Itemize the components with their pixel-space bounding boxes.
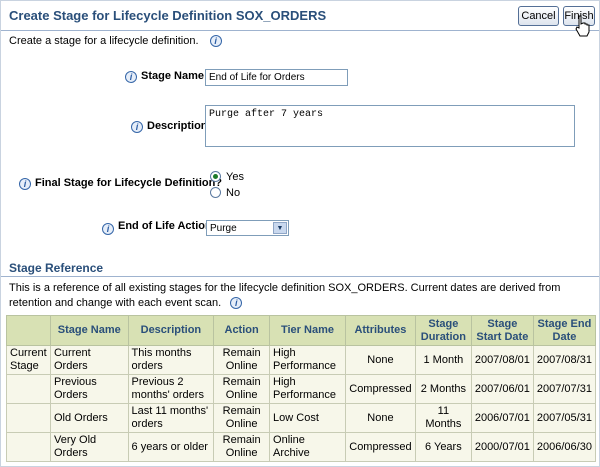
- table-cell: High Performance: [269, 345, 346, 375]
- column-header: Action: [213, 315, 271, 346]
- cancel-button[interactable]: Cancel: [518, 6, 559, 26]
- table-cell: Remain Online: [213, 403, 271, 433]
- table-cell: 2006/07/01: [470, 403, 534, 433]
- table-cell: Previous Orders: [49, 374, 129, 404]
- eol-action-value: Purge: [210, 223, 237, 234]
- table-cell: [6, 374, 51, 404]
- stage-name-label: Stage Name: [141, 70, 204, 82]
- table-cell: 2 Months: [414, 374, 472, 404]
- final-stage-yes-radio[interactable]: [210, 171, 221, 182]
- info-icon[interactable]: i: [19, 178, 31, 190]
- column-header: Tier Name: [269, 315, 346, 346]
- chevron-down-icon[interactable]: ▼: [273, 222, 287, 234]
- page-title: Create Stage for Lifecycle Definition SO…: [9, 8, 327, 23]
- table-cell: 2007/08/01: [470, 345, 534, 375]
- info-icon[interactable]: i: [125, 71, 137, 83]
- table-cell: None: [344, 345, 416, 375]
- table-row: Current Stage Current Orders This months…: [6, 345, 597, 375]
- table-cell: Compressed: [344, 432, 416, 462]
- page-header: Create Stage for Lifecycle Definition SO…: [1, 1, 599, 31]
- table-cell: 6 years or older: [127, 432, 215, 462]
- table-cell: Last 11 months' orders: [127, 403, 215, 433]
- section-divider: [1, 276, 599, 277]
- table-cell: 2007/06/01: [470, 374, 534, 404]
- column-header: Attributes: [344, 315, 416, 346]
- table-cell: 2007/07/31: [532, 374, 597, 404]
- table-row: Old Orders Last 11 months' orders Remain…: [6, 403, 597, 433]
- table-cell: 6 Years: [414, 432, 472, 462]
- table-cell: 2006/06/30: [532, 432, 597, 462]
- info-icon[interactable]: i: [209, 35, 222, 48]
- page-intro: Create a stage for a lifecycle definitio…: [9, 35, 222, 48]
- table-row: Very Old Orders 6 years or older Remain …: [6, 432, 597, 462]
- table-cell: [6, 432, 51, 462]
- table-cell: High Performance: [269, 374, 346, 404]
- column-header: [6, 315, 51, 346]
- stage-name-input[interactable]: End of Life for Orders: [205, 69, 348, 86]
- info-icon[interactable]: i: [102, 223, 114, 235]
- table-cell: 1 Month: [414, 345, 472, 375]
- table-header-row: Stage Name Description Action Tier Name …: [6, 315, 597, 346]
- table-cell: Old Orders: [49, 403, 129, 433]
- table-cell: Very Old Orders: [49, 432, 129, 462]
- table-cell: 2000/07/01: [470, 432, 534, 462]
- final-stage-no-radio[interactable]: [210, 187, 221, 198]
- eol-action-label: End of Life Action: [118, 220, 212, 232]
- column-header: Stage Start Date: [470, 315, 534, 346]
- table-cell: 2007/05/31: [532, 403, 597, 433]
- eol-action-select[interactable]: Purge ▼: [206, 220, 289, 236]
- table-cell: Online Archive: [269, 432, 346, 462]
- table-cell: Low Cost: [269, 403, 346, 433]
- table-cell: Compressed: [344, 374, 416, 404]
- hand-cursor-icon: [575, 15, 590, 37]
- stage-reference-text: This is a reference of all existing stag…: [9, 282, 561, 310]
- final-stage-yes-label: Yes: [226, 171, 244, 183]
- table-cell: Remain Online: [213, 374, 271, 404]
- table-cell: This months orders: [127, 345, 215, 375]
- column-header: Stage End Date: [532, 315, 597, 346]
- table-cell: Previous 2 months' orders: [127, 374, 215, 404]
- column-header: Stage Duration: [414, 315, 472, 346]
- description-textarea[interactable]: Purge after 7 years: [205, 105, 575, 147]
- info-icon[interactable]: i: [131, 121, 143, 133]
- info-icon[interactable]: i: [230, 297, 243, 310]
- final-stage-no-label: No: [226, 187, 241, 199]
- description-label: Description: [147, 120, 208, 132]
- table-cell: Current Stage: [6, 345, 51, 375]
- create-stage-page: Create Stage for Lifecycle Definition SO…: [0, 0, 600, 467]
- column-header: Stage Name: [49, 315, 129, 346]
- table-cell: [6, 403, 51, 433]
- intro-text: Create a stage for a lifecycle definitio…: [9, 35, 199, 47]
- table-cell: 2007/08/31: [532, 345, 597, 375]
- table-cell: Current Orders: [49, 345, 129, 375]
- table-row: Previous Orders Previous 2 months' order…: [6, 374, 597, 404]
- table-cell: 11 Months: [414, 403, 472, 433]
- table-cell: None: [344, 403, 416, 433]
- table-cell: Remain Online: [213, 345, 271, 375]
- stage-reference-heading: Stage Reference: [9, 261, 104, 275]
- column-header: Description: [127, 315, 215, 346]
- stage-reference-table: Stage Name Description Action Tier Name …: [6, 315, 597, 462]
- final-stage-label: Final Stage for Lifecycle Definition?: [35, 177, 223, 189]
- table-cell: Remain Online: [213, 432, 271, 462]
